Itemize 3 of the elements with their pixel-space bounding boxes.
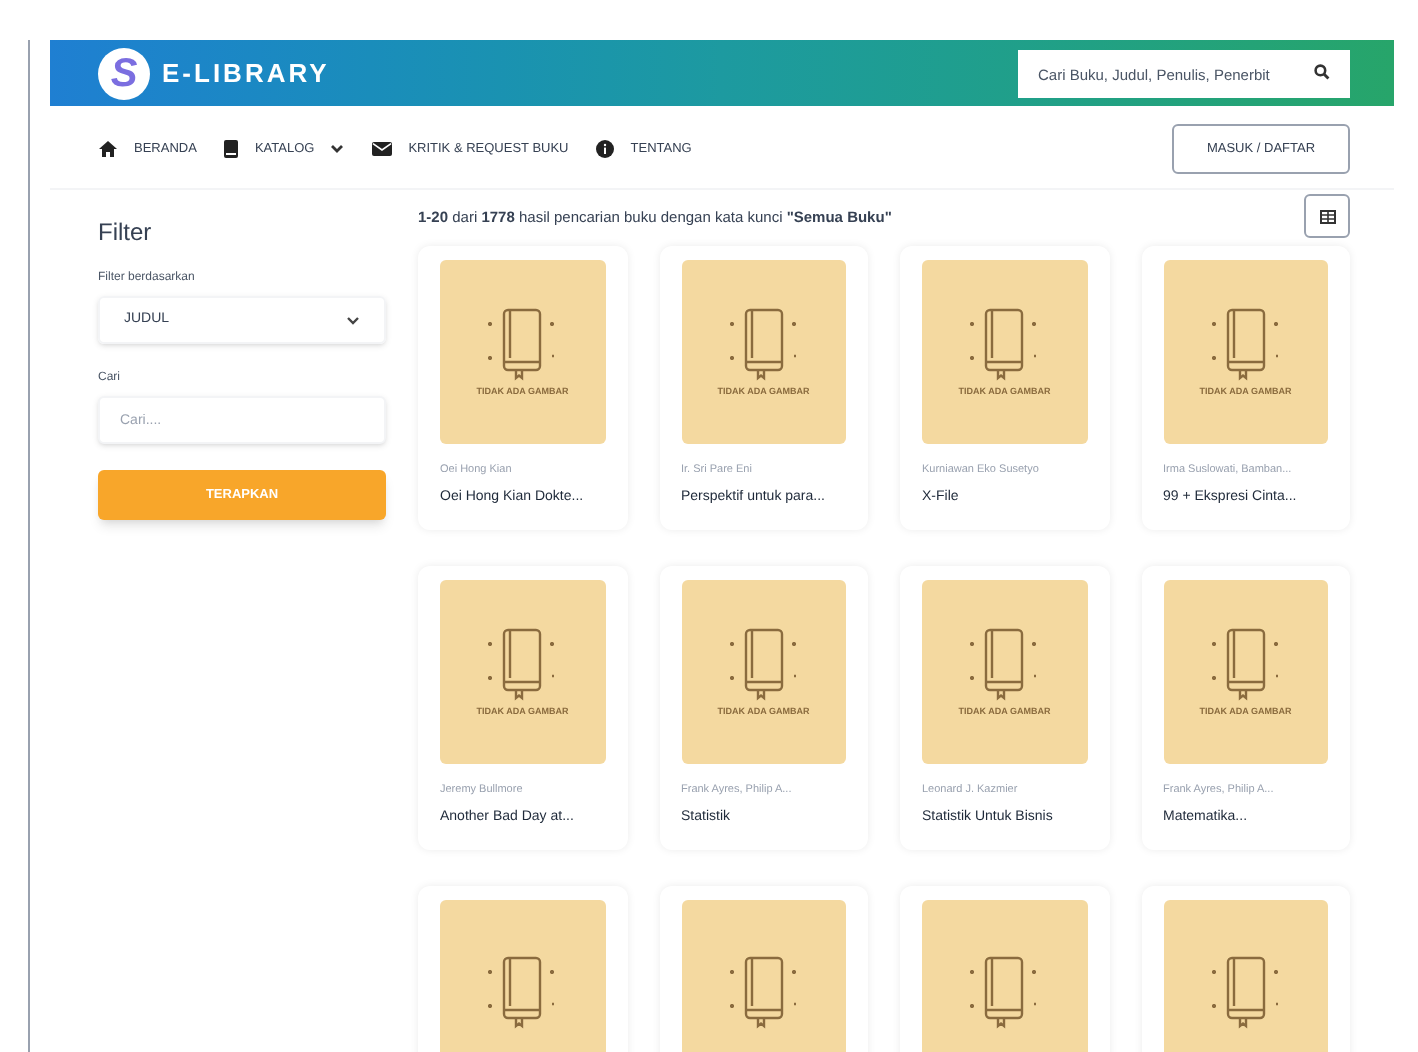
filter-heading: Filter — [98, 216, 154, 250]
site-title: E-LIBRARY — [162, 55, 330, 92]
logo-icon[interactable]: S — [98, 47, 150, 99]
